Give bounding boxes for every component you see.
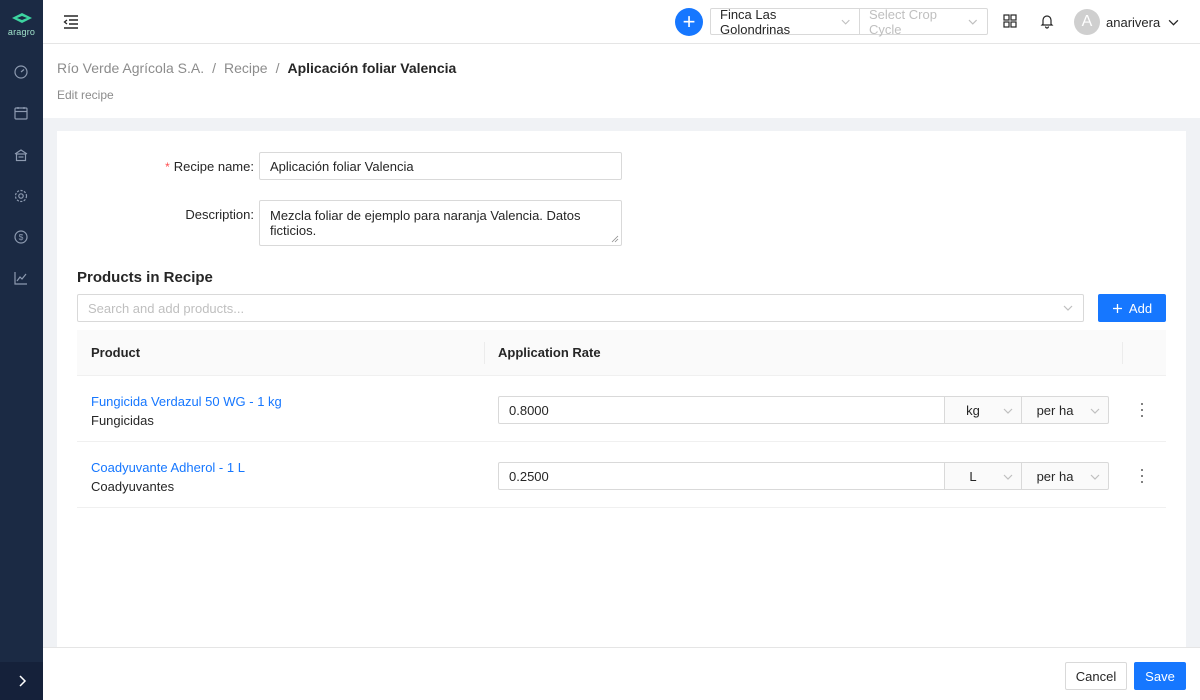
crop-cycle-placeholder: Select Crop Cycle xyxy=(869,6,937,37)
application-rate-input[interactable]: 0.8000 xyxy=(498,396,945,424)
plus-icon: + xyxy=(682,9,696,34)
breadcrumb: Río Verde Agrícola S.A. / Recipe / Aplic… xyxy=(57,60,456,76)
settings-icon[interactable] xyxy=(11,186,31,206)
chevron-down-icon xyxy=(968,19,978,25)
crop-cycle-select[interactable]: Select Crop Cycle xyxy=(860,6,988,37)
chevron-down-icon xyxy=(1003,474,1013,480)
row-actions-icon[interactable] xyxy=(1136,468,1148,484)
cancel-button[interactable]: Cancel xyxy=(1065,662,1127,690)
avatar: A xyxy=(1074,9,1100,35)
sidebar: aragro $ xyxy=(0,0,43,700)
farm-select[interactable]: Finca Las Golondrinas xyxy=(710,6,860,37)
product-category: Coadyuvantes xyxy=(91,479,175,494)
area-unit-select[interactable]: per ha xyxy=(1021,462,1109,490)
chevron-down-icon xyxy=(841,19,850,25)
table-row: Fungicida Verdazul 50 WG - 1 kg Fungicid… xyxy=(77,376,1166,442)
breadcrumb-current: Aplicación foliar Valencia xyxy=(287,60,457,76)
user-menu[interactable]: A anarivera xyxy=(1074,9,1179,35)
save-button[interactable]: Save xyxy=(1134,662,1186,690)
page-subtitle: Edit recipe xyxy=(57,88,114,102)
unit-select[interactable]: L xyxy=(944,462,1022,490)
table-row: Coadyuvante Adherol - 1 L Coadyuvantes 0… xyxy=(77,442,1166,508)
required-marker: * xyxy=(165,160,170,174)
column-header-application-rate: Application Rate xyxy=(498,345,601,360)
chevron-down-icon xyxy=(1090,474,1100,480)
unit-value: L xyxy=(969,468,977,484)
application-rate-input[interactable]: 0.2500 xyxy=(498,462,945,490)
add-product-button[interactable]: Add xyxy=(1098,294,1166,322)
logo-icon xyxy=(12,13,32,23)
farm-select-value: Finca Las Golondrinas xyxy=(720,6,791,37)
dashboard-icon[interactable] xyxy=(11,62,31,82)
unit-value: kg xyxy=(966,402,980,418)
plus-icon xyxy=(1112,303,1122,313)
menu-toggle-icon[interactable] xyxy=(61,12,81,32)
column-divider xyxy=(1122,342,1123,364)
unit-select[interactable]: kg xyxy=(944,396,1022,424)
resize-grip-icon[interactable] xyxy=(611,235,619,243)
breadcrumb-separator: / xyxy=(212,60,216,76)
logo[interactable]: aragro xyxy=(0,10,43,40)
chevron-down-icon xyxy=(1063,305,1073,311)
product-link[interactable]: Fungicida Verdazul 50 WG - 1 kg xyxy=(91,394,282,409)
page-header: Río Verde Agrícola S.A. / Recipe / Aplic… xyxy=(43,44,1200,118)
chevron-right-icon xyxy=(18,675,26,687)
sidebar-expand-button[interactable] xyxy=(0,662,43,700)
top-bar: + Finca Las Golondrinas Select Crop Cycl… xyxy=(43,0,1200,44)
svg-text:$: $ xyxy=(19,232,24,242)
add-product-label: Add xyxy=(1128,300,1153,316)
products-table-header: Product Application Rate xyxy=(77,330,1166,376)
column-header-product: Product xyxy=(91,345,141,360)
product-search-input[interactable]: Search and add products... xyxy=(77,294,1084,322)
description-label: Description: xyxy=(185,207,254,222)
column-divider xyxy=(484,342,485,364)
quick-add-button[interactable]: + xyxy=(675,8,703,36)
product-search-placeholder: Search and add products... xyxy=(88,300,245,316)
area-unit-value: per ha xyxy=(1036,402,1074,418)
recipe-form-card: * Recipe name: Aplicación foliar Valencia… xyxy=(57,131,1186,647)
row-actions-icon[interactable] xyxy=(1136,402,1148,418)
chevron-down-icon xyxy=(1168,19,1179,26)
product-link[interactable]: Coadyuvante Adherol - 1 L xyxy=(91,460,245,475)
chevron-down-icon xyxy=(1090,408,1100,414)
breadcrumb-recipe[interactable]: Recipe xyxy=(224,60,268,76)
recipe-name-label: * Recipe name: xyxy=(165,159,254,174)
warehouse-icon[interactable] xyxy=(11,145,31,165)
user-name: anarivera xyxy=(1106,14,1161,30)
bell-icon[interactable] xyxy=(1039,13,1055,29)
dollar-icon[interactable]: $ xyxy=(11,227,31,247)
description-text: Mezcla foliar de ejemplo para naranja Va… xyxy=(270,208,581,238)
area-unit-value: per ha xyxy=(1036,468,1074,484)
chart-icon[interactable] xyxy=(11,268,31,288)
form-footer: Cancel Save xyxy=(43,647,1200,700)
calendar-icon[interactable] xyxy=(11,103,31,123)
recipe-name-input[interactable]: Aplicación foliar Valencia xyxy=(259,152,622,180)
logo-text: aragro xyxy=(7,27,36,37)
breadcrumb-separator: / xyxy=(275,60,280,76)
breadcrumb-company[interactable]: Río Verde Agrícola S.A. xyxy=(57,60,204,76)
products-section-title: Products in Recipe xyxy=(77,269,213,286)
product-category: Fungicidas xyxy=(91,413,154,428)
description-textarea[interactable]: Mezcla foliar de ejemplo para naranja Va… xyxy=(259,200,622,246)
area-unit-select[interactable]: per ha xyxy=(1021,396,1109,424)
chevron-down-icon xyxy=(1003,408,1013,414)
apps-grid-icon[interactable] xyxy=(1003,14,1017,28)
